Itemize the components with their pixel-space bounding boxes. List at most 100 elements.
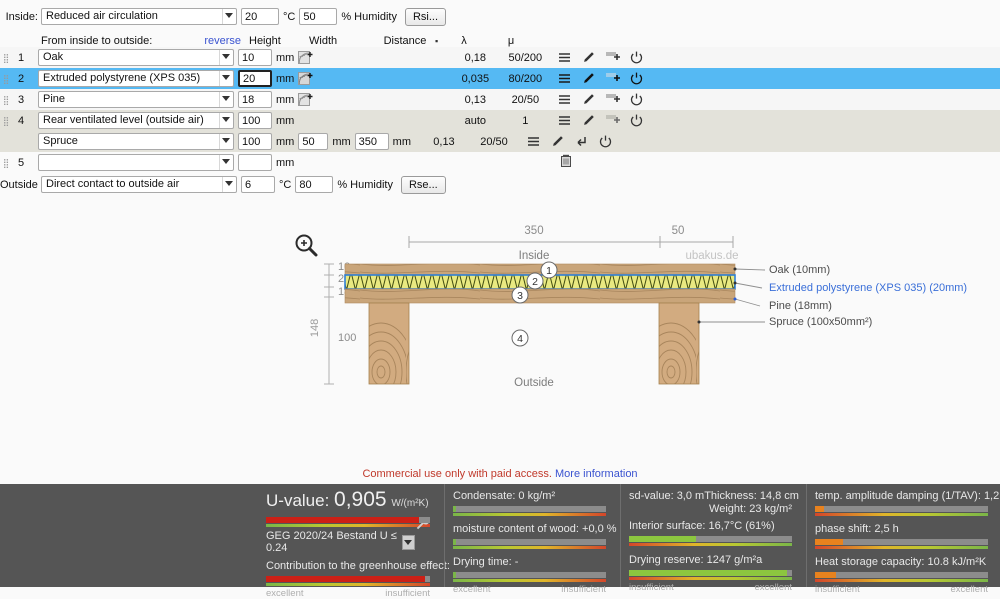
height-input-focused[interactable] [238, 70, 272, 87]
menu-icon[interactable] [557, 71, 572, 86]
height-input[interactable] [238, 91, 272, 108]
distance-input[interactable] [354, 133, 389, 150]
add-layer-icon[interactable] [605, 113, 621, 128]
delete-layer-button[interactable] [558, 153, 574, 169]
material-select-wrap[interactable]: Oak [38, 49, 234, 66]
edit-pencil-icon[interactable] [581, 50, 596, 65]
menu-icon[interactable] [526, 134, 541, 149]
legend-item-oak[interactable]: Oak (10mm) [769, 264, 830, 276]
drag-handle-icon[interactable]: ⣿ [0, 53, 12, 62]
outside-diagram-label: Outside [514, 377, 554, 389]
drying-reserve-label: Drying reserve: 1247 g/m²a [629, 554, 763, 566]
undo-arrow-icon[interactable] [574, 134, 589, 149]
legend-item-xps[interactable]: Extruded polystyrene (XPS 035) (20mm) [769, 282, 967, 294]
drag-handle-icon[interactable]: ⣿ [0, 95, 12, 104]
thermal-panel: temp. amplitude damping (1/TAV): 1,2 pha… [806, 484, 1000, 595]
dropdown-icon[interactable] [401, 534, 415, 550]
distance-unit: mm [392, 135, 411, 148]
outside-temperature-input[interactable] [241, 176, 275, 193]
callout-3[interactable]: 3 [511, 286, 529, 304]
power-toggle-icon[interactable] [629, 92, 644, 107]
layer-pine[interactable] [344, 288, 736, 304]
add-layer-icon[interactable] [605, 50, 621, 65]
power-toggle-icon[interactable] [629, 113, 644, 128]
material-select[interactable]: Extruded polystyrene (XPS 035) [38, 70, 234, 87]
outside-condition-select-wrap[interactable]: Direct contact to outside air [41, 176, 237, 193]
heat-storage-gradient-scale [815, 579, 988, 582]
legend-item-pine[interactable]: Pine (18mm) [769, 300, 832, 312]
menu-icon[interactable] [557, 113, 572, 128]
layer-builder: Inside: Reduced air circulation °C % Hum… [0, 0, 1000, 200]
rsi-button[interactable]: Rsi... [404, 7, 447, 26]
material-select[interactable]: Oak [38, 49, 234, 66]
reverse-link[interactable]: reverse [201, 35, 241, 47]
table-row[interactable]: ⣿ 4 Rear ventilated level (outside air) … [0, 110, 1000, 131]
table-row[interactable]: ⣿ 1 Oak mm 0,18 50/200 [0, 47, 1000, 68]
row-number: 5 [17, 156, 25, 169]
dim-100-label: 100 [338, 332, 356, 344]
damping-label: temp. amplitude damping (1/TAV): 1,2 [815, 490, 1000, 502]
height-input[interactable] [238, 112, 272, 129]
material-select-wrap[interactable] [38, 154, 234, 171]
layer-spruce-left[interactable] [368, 302, 410, 385]
height-input[interactable] [238, 49, 272, 66]
table-row[interactable]: ⣿ 3 Pine mm 0,13 20/50 [0, 89, 1000, 110]
distance-sort-icon[interactable]: ▪ [435, 36, 442, 46]
more-information-link[interactable]: More information [555, 468, 638, 480]
inside-temperature-input[interactable] [241, 8, 279, 25]
edit-pencil-icon[interactable] [581, 71, 596, 86]
material-select[interactable] [38, 154, 234, 171]
menu-icon[interactable] [557, 92, 572, 107]
uvalue-unit: W/(m²K) [391, 498, 429, 509]
menu-icon[interactable] [557, 50, 572, 65]
material-select-wrap[interactable]: Extruded polystyrene (XPS 035) [38, 70, 234, 87]
power-toggle-icon[interactable] [629, 50, 644, 65]
table-row-selected[interactable]: ⣿ 2 Extruded polystyrene (XPS 035) mm 0,… [0, 68, 1000, 89]
height-input[interactable] [238, 133, 272, 150]
lambda-value: 0,18 [464, 51, 487, 64]
dim-total-label: 148 [309, 319, 321, 337]
wood-texture-add-icon[interactable] [298, 92, 313, 107]
callout-2[interactable]: 2 [526, 272, 544, 290]
edit-pencil-icon[interactable] [581, 92, 596, 107]
outside-humidity-input[interactable] [295, 176, 334, 193]
material-select[interactable]: Rear ventilated level (outside air) [38, 112, 234, 129]
layer-oak[interactable] [344, 263, 736, 276]
callout-4[interactable]: 4 [511, 329, 529, 347]
greenhouse-label: Contribution to the greenhouse effect: [266, 560, 450, 572]
drag-handle-icon[interactable]: ⣿ [0, 158, 12, 167]
zoom-in-icon[interactable] [295, 234, 318, 257]
standard-selector[interactable]: GEG 2020/24 Bestand U ≤ 0.24 [266, 530, 415, 554]
legend-item-spruce[interactable]: Spruce (100x50mm²) [769, 316, 872, 328]
material-select-wrap[interactable]: Rear ventilated level (outside air) [38, 112, 234, 129]
add-layer-icon[interactable] [605, 92, 621, 107]
misc-scale-ends: insufficient excellent [629, 582, 792, 593]
drag-handle-icon[interactable]: ⣿ [0, 74, 12, 83]
width-input[interactable] [298, 133, 329, 150]
table-row-empty[interactable]: ⣿ 5 mm [0, 152, 1000, 173]
add-layer-icon[interactable] [605, 71, 621, 86]
lambda-value: auto [464, 114, 487, 127]
rse-button[interactable]: Rse... [400, 175, 446, 194]
row-actions [526, 134, 613, 149]
edit-pencil-icon[interactable] [581, 113, 596, 128]
inside-condition-select-wrap[interactable]: Reduced air circulation [41, 8, 237, 25]
outside-condition-select[interactable]: Direct contact to outside air [41, 176, 237, 193]
drag-handle-icon[interactable]: ⣿ [0, 116, 12, 125]
material-select[interactable]: Spruce [38, 133, 234, 150]
power-toggle-icon[interactable] [598, 134, 613, 149]
table-row-sublayer[interactable]: Spruce mm mm mm 0,13 20/50 [0, 131, 1000, 152]
mu-value: 20/50 [511, 93, 540, 106]
wood-texture-add-icon[interactable] [298, 50, 313, 65]
material-select-wrap[interactable]: Pine [38, 91, 234, 108]
wood-texture-add-icon[interactable] [298, 71, 313, 86]
height-input[interactable] [238, 154, 272, 171]
layer-spruce-right[interactable] [658, 302, 700, 385]
material-select-wrap[interactable]: Spruce [38, 133, 234, 150]
inside-humidity-input[interactable] [299, 8, 338, 25]
inside-condition-select[interactable]: Reduced air circulation [41, 8, 237, 25]
edit-pencil-icon[interactable] [550, 134, 565, 149]
power-toggle-icon[interactable] [629, 71, 644, 86]
callout-1[interactable]: 1 [540, 261, 558, 279]
material-select[interactable]: Pine [38, 91, 234, 108]
